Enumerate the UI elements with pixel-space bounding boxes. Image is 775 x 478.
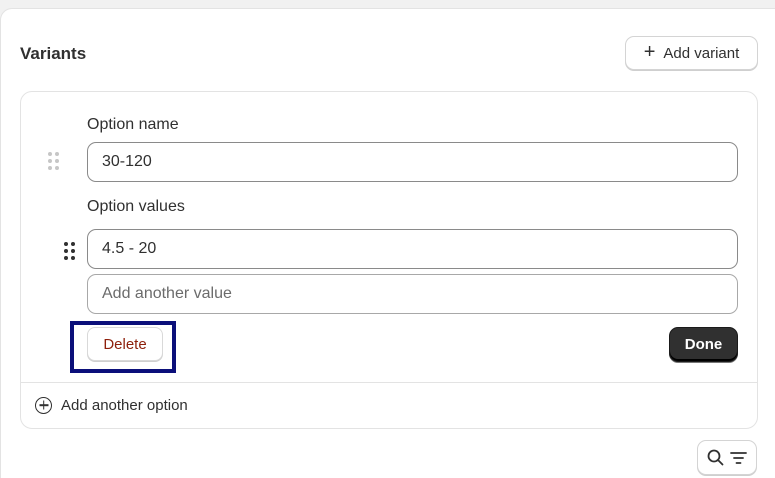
plus-icon: + [643, 41, 656, 63]
option-value-input[interactable]: 4.5 - 20 [87, 229, 738, 269]
drag-handle-icon[interactable] [64, 242, 75, 260]
drag-handle-icon[interactable] [48, 152, 59, 170]
search-icon [707, 449, 724, 466]
option-values-label: Option values [87, 198, 185, 215]
option-name-label: Option name [87, 116, 179, 133]
search-filter-button[interactable] [697, 440, 757, 475]
add-another-option-label: Add another option [61, 396, 188, 414]
option-name-value: 30-120 [102, 153, 152, 170]
section-title: Variants [20, 44, 87, 63]
filter-icon [730, 452, 747, 464]
variants-card: Variants + Add variant Option name 30-12… [0, 8, 775, 478]
done-button[interactable]: Done [669, 327, 738, 362]
delete-button[interactable]: Delete [87, 327, 163, 361]
add-value-placeholder: Add another value [102, 285, 232, 302]
add-value-input[interactable]: Add another value [87, 274, 738, 314]
divider [21, 382, 757, 383]
option-name-input[interactable]: 30-120 [87, 142, 738, 182]
add-another-option-button[interactable]: Add another option [35, 392, 188, 418]
add-variant-button[interactable]: + Add variant [625, 36, 758, 70]
add-variant-label: Add variant [663, 44, 740, 62]
option-value-text: 4.5 - 20 [102, 240, 157, 257]
option-editor: Option name 30-120 Option values 4.5 - 2… [20, 91, 758, 429]
plus-circle-icon [35, 396, 52, 414]
